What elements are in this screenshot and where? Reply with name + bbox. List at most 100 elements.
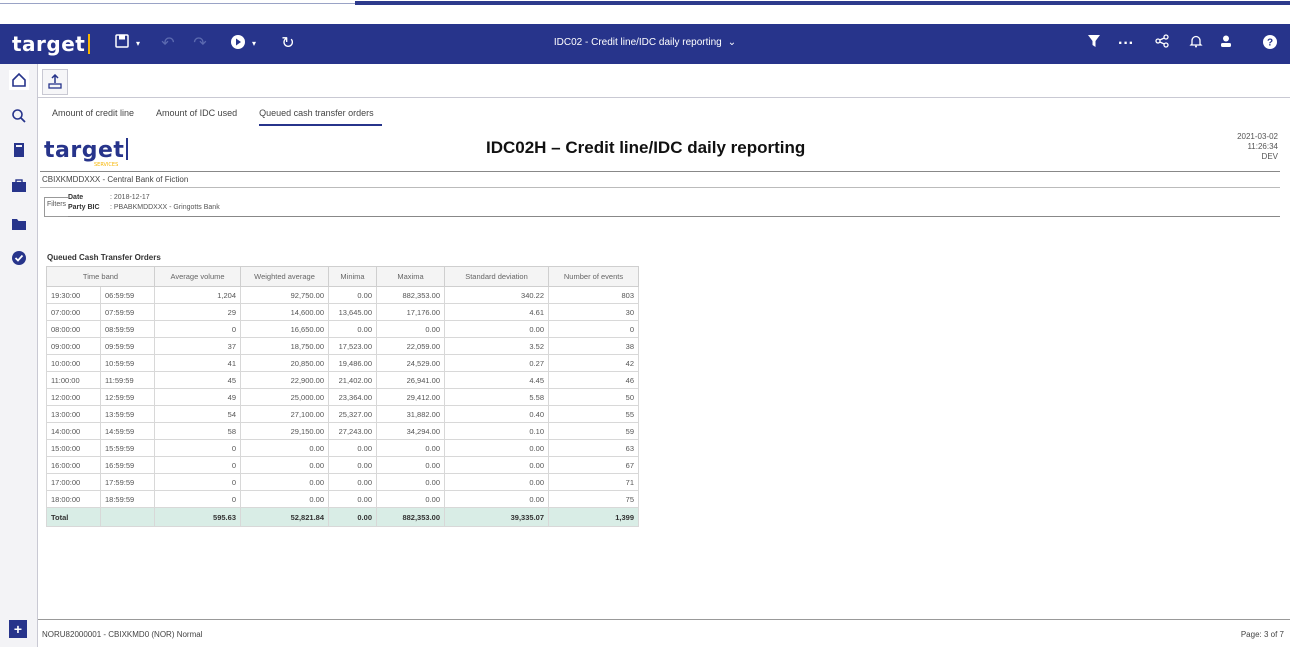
table-cell: 34,294.00: [376, 422, 445, 440]
add-icon[interactable]: +: [9, 620, 27, 638]
table-cell: 0.00: [444, 439, 549, 457]
table-cell: 0.00: [328, 473, 377, 491]
table-cell: 0.00: [376, 320, 445, 338]
total-cell: 52,821.84: [240, 507, 329, 527]
table-cell: 1,204: [154, 286, 241, 304]
table-cell: 30: [548, 303, 639, 321]
table-cell: 25,000.00: [240, 388, 329, 406]
status-footer: NORU82000001 - CBIXKMD0 (NOR) Normal Pag…: [38, 619, 1290, 647]
book-icon[interactable]: [9, 140, 29, 160]
table-cell: 0.00: [444, 456, 549, 474]
divider: [40, 171, 1280, 172]
table-cell: 06:59:59: [100, 286, 155, 304]
table-cell: 0.00: [444, 490, 549, 508]
table-cell: 0: [154, 490, 241, 508]
table-cell: 29: [154, 303, 241, 321]
table-cell: 18:00:00: [46, 490, 101, 508]
table-cell: 0.00: [240, 473, 329, 491]
table-cell: 0.00: [328, 320, 377, 338]
home-icon[interactable]: [9, 70, 29, 90]
table-cell: 22,059.00: [376, 337, 445, 355]
table-cell: 45: [154, 371, 241, 389]
table-cell: 14:59:59: [100, 422, 155, 440]
table-row: 18:00:00 18:59:59 0 0.00 0.00 0.00 0.00 75: [46, 490, 639, 508]
table-cell: 59: [548, 422, 639, 440]
svg-text:?: ?: [1267, 38, 1273, 49]
briefcase-icon[interactable]: [9, 176, 29, 196]
check-circle-icon[interactable]: [9, 248, 29, 268]
table-cell: 0.00: [328, 439, 377, 457]
table-cell: 12:00:00: [46, 388, 101, 406]
table-cell: 27,100.00: [240, 405, 329, 423]
more-icon[interactable]: ···: [1116, 34, 1136, 54]
tab-amount-of-idc-used[interactable]: Amount of IDC used: [156, 108, 245, 126]
table-cell: 0.00: [376, 456, 445, 474]
table-cell: 0.40: [444, 405, 549, 423]
secondary-toolbar: [38, 64, 1290, 98]
table-cell: 0.00: [376, 439, 445, 457]
column-header: Number of events: [548, 266, 639, 287]
table-cell: 882,353.00: [376, 286, 445, 304]
table-row: 19:30:00 06:59:59 1,204 92,750.00 0.00 882,35…: [46, 286, 639, 304]
table-row: 07:00:00 07:59:59 29 14,600.00 13,645.00 17,1…: [46, 303, 639, 321]
table-cell: 3.52: [444, 337, 549, 355]
column-header: Average volume: [154, 266, 241, 287]
tab-queued-cash-transfer-orders[interactable]: Queued cash transfer orders: [259, 108, 382, 126]
table-cell: 0.00: [444, 320, 549, 338]
report-environment: DEV: [1261, 152, 1278, 161]
table-row: 14:00:00 14:59:59 58 29,150.00 27,243.00 34,2…: [46, 422, 639, 440]
user-icon[interactable]: [1216, 34, 1236, 54]
help-icon[interactable]: ?: [1260, 34, 1280, 54]
share-icon[interactable]: [1152, 34, 1172, 54]
table-cell: 42: [548, 354, 639, 372]
total-cell: 882,353.00: [376, 507, 445, 527]
total-cell: 0.00: [328, 507, 377, 527]
table-row: 10:00:00 10:59:59 41 20,850.00 19,486.00 24,5…: [46, 354, 639, 372]
table-cell: 17,523.00: [328, 337, 377, 355]
table-cell: 17:59:59: [100, 473, 155, 491]
filters-label: Filters: [44, 197, 69, 217]
table-cell: 0: [154, 456, 241, 474]
table-cell: 13,645.00: [328, 303, 377, 321]
search-icon[interactable]: [9, 106, 29, 126]
filter-date: Date: 2018-12-17: [68, 194, 150, 201]
table-row: 12:00:00 12:59:59 49 25,000.00 23,364.00 29,4…: [46, 388, 639, 406]
bell-icon[interactable]: [1186, 34, 1206, 54]
table-cell: 17,176.00: [376, 303, 445, 321]
report-tabs: Amount of credit line Amount of IDC used…: [52, 108, 396, 126]
total-cell: 595.63: [154, 507, 241, 527]
tab-amount-of-credit-line[interactable]: Amount of credit line: [52, 108, 142, 126]
table-row: 13:00:00 13:59:59 54 27,100.00 25,327.00 31,8…: [46, 405, 639, 423]
column-header: Weighted average: [240, 266, 329, 287]
table-cell: 23,364.00: [328, 388, 377, 406]
report-time: 11:26:34: [1247, 142, 1278, 151]
table-row: 17:00:00 17:59:59 0 0.00 0.00 0.00 0.00 71: [46, 473, 639, 491]
table-cell: 13:00:00: [46, 405, 101, 423]
folder-icon[interactable]: [9, 214, 29, 234]
table-cell: 16:59:59: [100, 456, 155, 474]
table-cell: 09:00:00: [46, 337, 101, 355]
table-cell: 27,243.00: [328, 422, 377, 440]
table-header-row: Time band Average volume Weighted averag…: [46, 266, 639, 287]
table-cell: 31,882.00: [376, 405, 445, 423]
column-header: Time band: [46, 266, 155, 287]
table-cell: 67: [548, 456, 639, 474]
report-page: target SERVICES IDC02H – Credit line/IDC …: [40, 128, 1282, 628]
table-cell: 0: [154, 473, 241, 491]
table-cell: 19,486.00: [328, 354, 377, 372]
table-cell: 24,529.00: [376, 354, 445, 372]
column-header: Standard deviation: [444, 266, 549, 287]
table-cell: 15:00:00: [46, 439, 101, 457]
total-cell: [100, 507, 155, 527]
page-indicator: Page: 3 of 7: [1240, 630, 1284, 639]
filter-icon[interactable]: [1084, 34, 1104, 54]
table-cell: 63: [548, 439, 639, 457]
export-button[interactable]: [42, 69, 68, 95]
table-cell: 0.00: [240, 439, 329, 457]
table-row: 11:00:00 11:59:59 45 22,900.00 21,402.00 26,9…: [46, 371, 639, 389]
table-cell: 0.00: [376, 490, 445, 508]
table-cell: 07:59:59: [100, 303, 155, 321]
table-cell: 11:59:59: [100, 371, 155, 389]
table-cell: 37: [154, 337, 241, 355]
report-meta: 2021-03-02 11:26:34 DEV: [1237, 132, 1278, 162]
